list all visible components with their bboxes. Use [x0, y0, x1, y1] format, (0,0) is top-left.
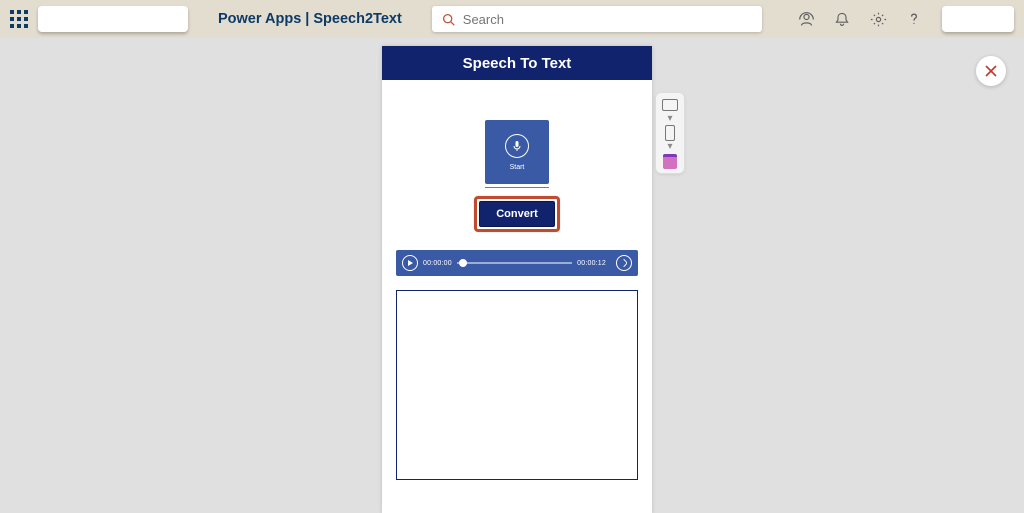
- chevron-down-icon[interactable]: ▾: [667, 115, 672, 123]
- microphone-icon: [505, 134, 529, 158]
- device-toolbar: ▾ ▾: [655, 92, 685, 174]
- app-launcher-icon[interactable]: [10, 10, 28, 28]
- suite-title: Power Apps | Speech2Text: [218, 11, 402, 27]
- user-pill[interactable]: [942, 6, 1014, 32]
- suite-header: Power Apps | Speech2Text: [0, 0, 1024, 38]
- search-icon: [442, 13, 455, 26]
- app-title: Speech To Text: [463, 55, 572, 72]
- device-preview: Speech To Text Start Convert 00:00:00 00…: [382, 46, 652, 513]
- settings-icon[interactable]: [864, 5, 892, 33]
- canvas-area: Speech To Text Start Convert 00:00:00 00…: [0, 38, 1024, 513]
- convert-highlight: Convert: [474, 196, 560, 232]
- phone-icon[interactable]: [662, 127, 678, 139]
- tablet-icon[interactable]: [662, 99, 678, 111]
- play-icon[interactable]: [402, 255, 418, 271]
- seek-track[interactable]: [457, 262, 572, 264]
- seek-knob[interactable]: [459, 259, 467, 267]
- window-icon[interactable]: [662, 155, 678, 167]
- notifications-icon[interactable]: [828, 5, 856, 33]
- record-label: Start: [510, 164, 525, 171]
- chevron-down-icon[interactable]: ▾: [667, 143, 672, 151]
- convert-button[interactable]: Convert: [479, 201, 555, 227]
- app-title-bar: Speech To Text: [382, 46, 652, 80]
- output-textbox[interactable]: [396, 290, 638, 480]
- app-name: Speech2Text: [313, 11, 401, 27]
- title-separator: |: [305, 11, 309, 27]
- help-icon[interactable]: [900, 5, 928, 33]
- diagnostics-icon[interactable]: [792, 5, 820, 33]
- record-underline: [485, 187, 549, 188]
- close-button[interactable]: [976, 56, 1006, 86]
- record-tile[interactable]: Start: [485, 120, 549, 184]
- total-time: 00:00:12: [577, 260, 606, 267]
- current-time: 00:00:00: [423, 260, 452, 267]
- environment-pill[interactable]: [38, 6, 188, 32]
- close-icon: [984, 64, 998, 78]
- search-input[interactable]: [461, 11, 725, 28]
- volume-icon[interactable]: [616, 255, 632, 271]
- product-name: Power Apps: [218, 11, 301, 27]
- search-box[interactable]: [432, 6, 762, 32]
- audio-player: 00:00:00 00:00:12: [396, 250, 638, 276]
